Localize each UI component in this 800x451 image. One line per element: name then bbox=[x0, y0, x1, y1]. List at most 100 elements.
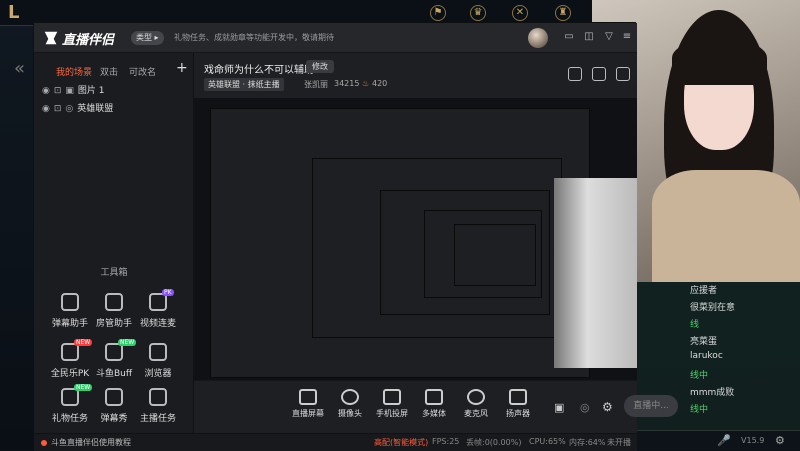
chat-message: 亮菜蛋 bbox=[690, 337, 718, 347]
microphone-button[interactable]: 麦克风 bbox=[454, 389, 498, 419]
tool-anchor-task[interactable]: 主播任务 bbox=[132, 388, 184, 424]
chat-icon[interactable]: ▭ bbox=[562, 30, 576, 44]
multimedia-icon bbox=[425, 389, 443, 405]
multimedia-button[interactable]: 多媒体 bbox=[412, 389, 456, 419]
help-link[interactable]: 斗鱼直播伴侣使用教程 bbox=[51, 437, 131, 448]
eye-icon[interactable]: ◉ bbox=[42, 86, 50, 96]
crossed-swords-icon[interactable]: ✕ bbox=[512, 5, 528, 21]
phone-cast-button[interactable]: 手机投屏 bbox=[370, 389, 414, 419]
bottom-toolbar: 直播屏幕 摄像头 手机投屏 多媒体 麦克风 扬声器 ▣ ◎ ⚙ 直播中... bbox=[194, 380, 678, 433]
title-bar: 直播伴侣 类型 ▸ 礼物任务、成就勋章等功能开发中，敬请期待 ▭ ◫ ▽ ≡ bbox=[34, 23, 637, 53]
heat-value: 420 bbox=[372, 79, 388, 88]
tool-label: 视频连麦 bbox=[139, 319, 176, 329]
screen-capture-button[interactable]: 直播屏幕 bbox=[286, 389, 330, 419]
eye-icon[interactable]: ◉ bbox=[42, 104, 50, 114]
chevron-left-icon[interactable]: « bbox=[14, 58, 25, 79]
danmu-helper-icon bbox=[61, 293, 79, 311]
fire-icon: ♨ bbox=[362, 79, 370, 88]
screen-capture-icon bbox=[299, 389, 317, 405]
game-bottom-bar: 🎤 V15.9 ⚙ bbox=[625, 430, 800, 450]
bottom-button-label: 直播屏幕 bbox=[292, 409, 324, 418]
quality-mode[interactable]: 高配(智能模式) bbox=[374, 437, 428, 448]
app-logo-icon bbox=[44, 31, 58, 45]
type-button[interactable]: 类型 ▸ bbox=[131, 31, 164, 45]
source-label: 英雄联盟 bbox=[77, 104, 114, 114]
danmu-show-icon bbox=[105, 388, 123, 406]
fps-value: FPS:25 bbox=[432, 437, 460, 446]
chat-message: 线中 bbox=[690, 371, 709, 381]
preview-layout-icon[interactable] bbox=[568, 67, 582, 81]
source-row[interactable]: ◉ ⊡ ◎ 英雄联盟 bbox=[42, 101, 113, 115]
tool-tag-badge: PK bbox=[162, 289, 174, 296]
tab-double-click[interactable]: 双击 bbox=[100, 65, 118, 78]
tab-rename[interactable]: 可改名 bbox=[129, 65, 156, 78]
game-version: V15.9 bbox=[741, 436, 765, 445]
anchor-task-icon bbox=[149, 388, 167, 406]
bottom-button-label: 麦克风 bbox=[464, 409, 488, 418]
recursive-preview-5 bbox=[454, 224, 536, 286]
lock-icon[interactable]: ⊡ bbox=[54, 104, 62, 114]
bottom-button-label: 手机投屏 bbox=[376, 409, 408, 418]
tool-video-link[interactable]: PK 视频连麦 bbox=[132, 289, 184, 329]
microphone-icon bbox=[467, 389, 485, 405]
room-id: 34215 bbox=[334, 79, 360, 88]
chat-message: 线 bbox=[690, 320, 700, 330]
record-icon[interactable]: ▣ bbox=[554, 401, 564, 414]
chat-message: mmm成败 bbox=[690, 388, 735, 398]
game-settings-icon[interactable]: ⚙ bbox=[775, 434, 785, 447]
anchor-name: 张凯丽 bbox=[304, 80, 328, 89]
start-live-button[interactable]: 直播中... bbox=[624, 395, 678, 417]
phone-cast-icon bbox=[383, 389, 401, 405]
speaker-icon bbox=[509, 389, 527, 405]
image-icon: ▣ bbox=[65, 86, 74, 96]
speaker-button[interactable]: 扬声器 bbox=[496, 389, 540, 419]
game-mic-icon[interactable]: 🎤 bbox=[717, 434, 731, 447]
game-icon: ◎ bbox=[65, 104, 74, 114]
chat-message: larukoc bbox=[690, 351, 723, 361]
browser-icon bbox=[149, 343, 167, 361]
live-state: 未开播 bbox=[607, 438, 631, 447]
lock-icon[interactable]: ⊡ bbox=[54, 86, 62, 96]
sweater-shape bbox=[652, 170, 800, 282]
app-window: 直播伴侣 类型 ▸ 礼物任务、成就勋章等功能开发中，敬请期待 ▭ ◫ ▽ ≡ 我… bbox=[33, 22, 678, 451]
toolbox-title: 工具箱 bbox=[100, 268, 128, 278]
status-bar: 斗鱼直播伴侣使用教程 高配(智能模式) FPS:25 丢帧:0(0.00%) C… bbox=[34, 433, 637, 451]
menu-icon[interactable]: ≡ bbox=[620, 30, 634, 44]
filter-icon[interactable]: ▽ bbox=[602, 30, 616, 44]
room-header: 戏命师为什么不可以辅助？ 修改 英雄联盟 · 抹纸主播 张凯丽 34215 ♨ … bbox=[194, 53, 637, 98]
add-scene-button[interactable]: + bbox=[176, 60, 188, 76]
settings-icon[interactable]: ⚙ bbox=[602, 400, 613, 414]
tab-my-scenes[interactable]: 我的场景 bbox=[56, 65, 92, 78]
tool-label: 浏览器 bbox=[144, 369, 172, 379]
room-manager-icon bbox=[105, 293, 123, 311]
recursive-webcam-strip bbox=[554, 178, 637, 368]
stream-preview[interactable] bbox=[194, 98, 637, 380]
bottom-button-label: 摄像头 bbox=[338, 409, 362, 418]
memory-usage: 内存:64% bbox=[569, 438, 606, 447]
app-name: 直播伴侣 bbox=[62, 33, 115, 48]
source-label: 图片 1 bbox=[77, 86, 105, 96]
crest-icon[interactable]: ♛ bbox=[470, 5, 486, 21]
tool-browser[interactable]: 浏览器 bbox=[132, 343, 184, 379]
avatar[interactable] bbox=[528, 28, 548, 48]
skin-icon[interactable]: ◫ bbox=[582, 30, 596, 44]
bangs-shape bbox=[672, 40, 767, 85]
camera-button[interactable]: 摄像头 bbox=[328, 389, 372, 419]
help-dot-icon bbox=[41, 440, 47, 446]
grid-icon[interactable] bbox=[616, 67, 630, 81]
category-tag[interactable]: 英雄联盟 · 抹纸主播 bbox=[204, 78, 284, 91]
scene-panel: 我的场景 双击 可改名 + ◉ ⊡ ▣ 图片 1 ◉ ⊡ ◎ 英雄联盟 工具箱 弹幕助手 房管… bbox=[34, 53, 194, 433]
circle-icon[interactable]: ◎ bbox=[580, 401, 590, 414]
cpu-usage: CPU:65% bbox=[529, 437, 566, 446]
chat-message: 应援者 bbox=[690, 286, 718, 296]
source-row[interactable]: ◉ ⊡ ▣ 图片 1 bbox=[42, 83, 105, 97]
game-logo: L bbox=[8, 2, 20, 23]
bottom-button-label: 扬声器 bbox=[506, 409, 530, 418]
chat-message: 很菜别在意 bbox=[690, 303, 736, 313]
trophy-icon[interactable]: ♜ bbox=[555, 5, 571, 21]
drop-frames: 丢帧:0(0.00%) bbox=[466, 438, 522, 447]
tool-label: 主播任务 bbox=[139, 414, 176, 424]
edit-title-button[interactable]: 修改 bbox=[306, 60, 334, 73]
shop-icon[interactable]: ⚑ bbox=[430, 5, 446, 21]
lock-icon[interactable] bbox=[592, 67, 606, 81]
